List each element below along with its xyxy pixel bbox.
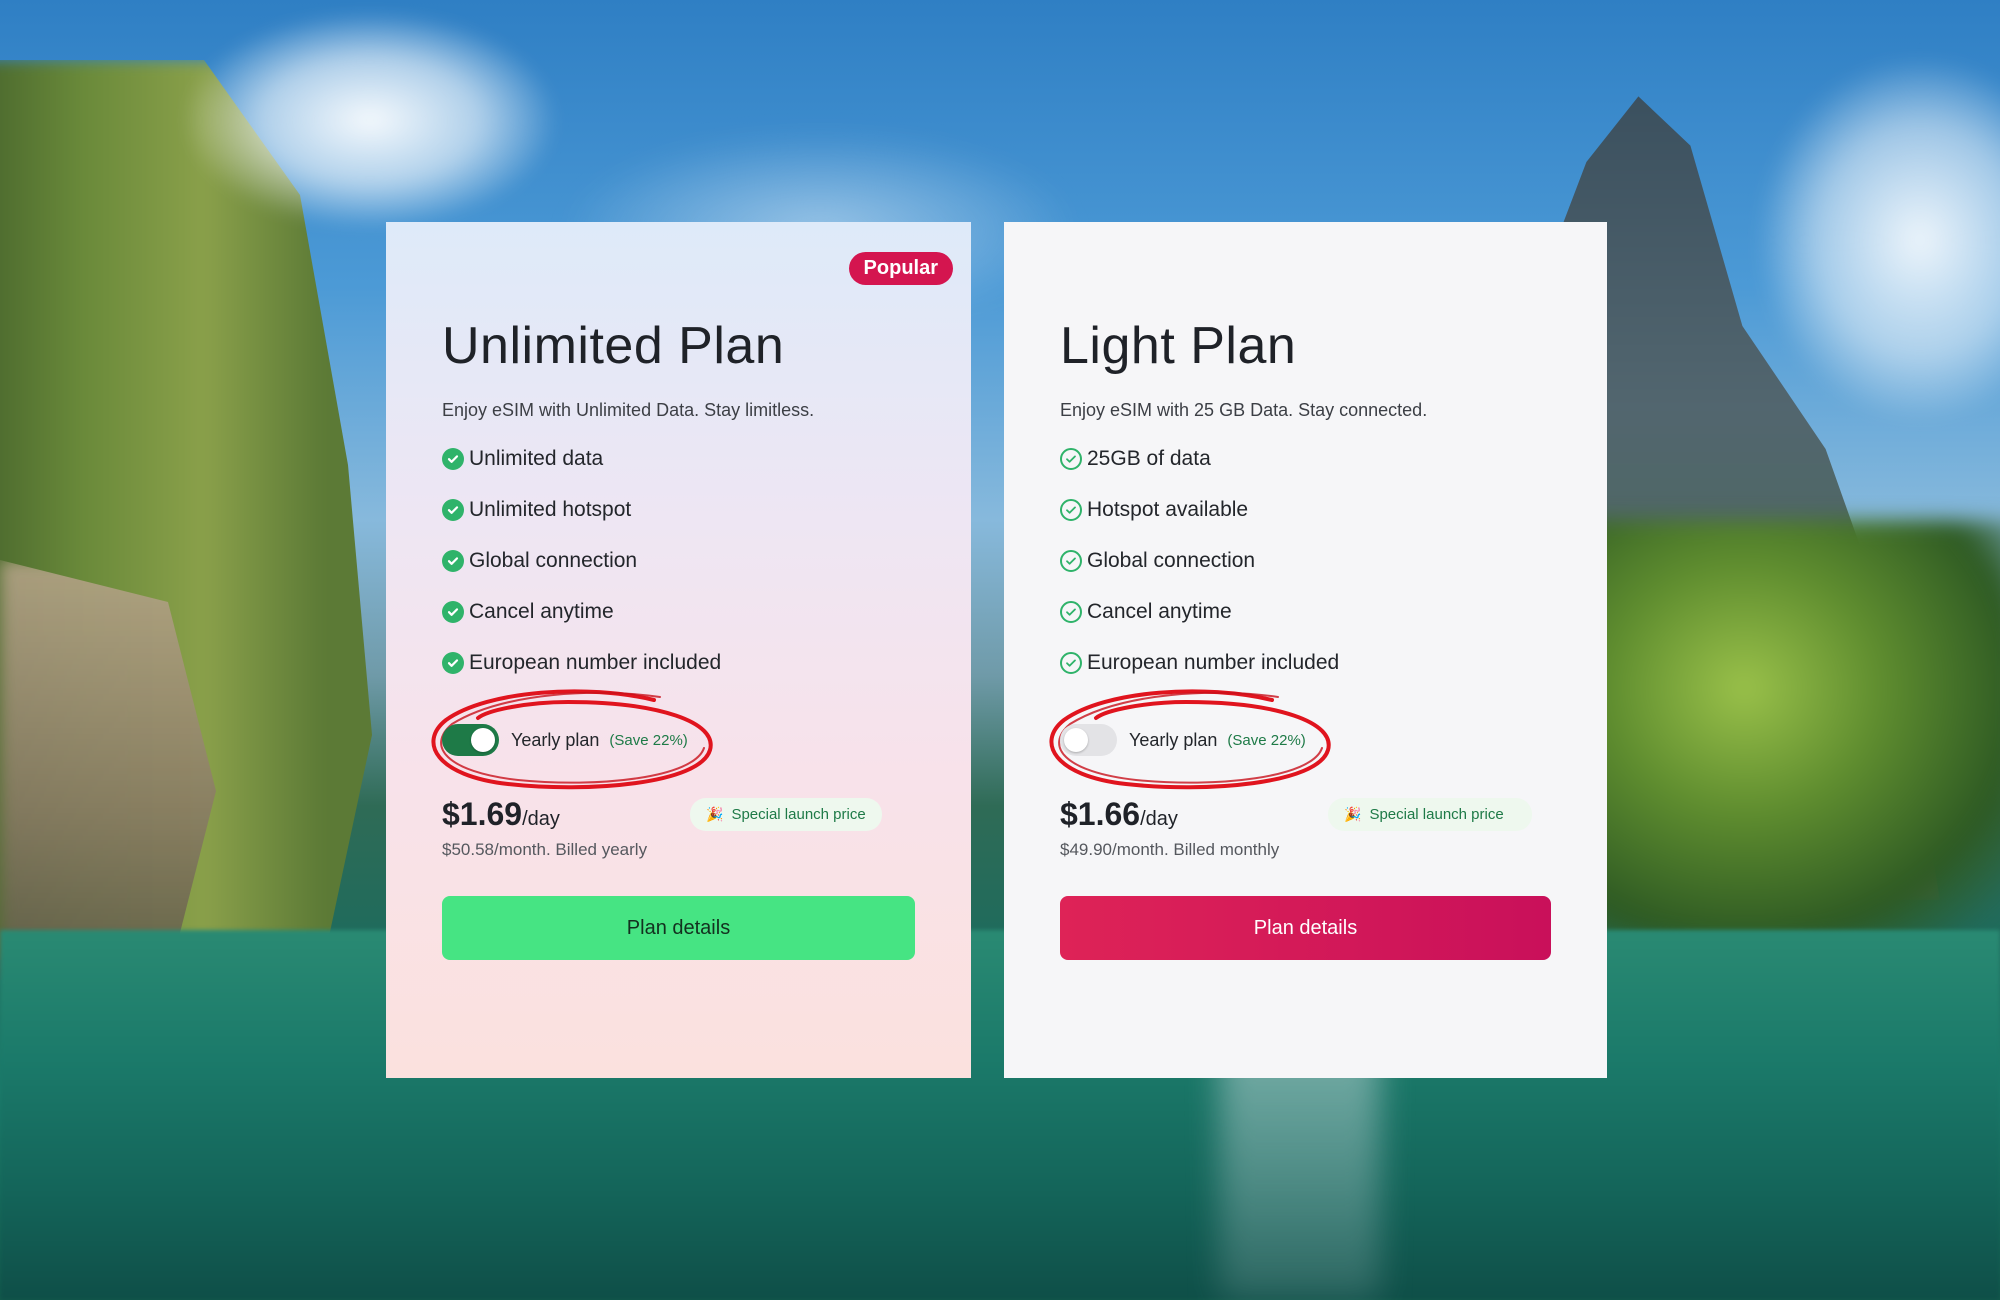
billing-note: $49.90/month. Billed monthly [1060,840,1280,859]
check-circle-filled-icon [442,447,464,470]
feature-label: 25GB of data [1087,446,1211,470]
check-circle-filled-icon [442,651,464,674]
check-circle-filled-icon [442,600,464,623]
feature-list: Unlimited data Unlimited hotspot Global … [442,433,915,688]
check-circle-outline-icon [1060,447,1082,470]
price-unit: /day [1140,808,1178,830]
price-block: $1.66/day $49.90/month. Billed monthly 🎉… [1060,796,1551,862]
special-launch-label: Special launch price [731,806,866,823]
feature-item: Global connection [1060,535,1551,586]
feature-label: Unlimited hotspot [469,497,632,521]
feature-item: Hotspot available [1060,484,1551,535]
feature-item: Cancel anytime [442,586,915,637]
feature-label: Hotspot available [1087,497,1249,521]
price-amount: $1.69 [442,796,523,832]
plan-details-button[interactable]: Plan details [1060,896,1551,960]
feature-item: Unlimited hotspot [442,484,915,535]
price-unit: /day [522,808,560,830]
plan-title: Unlimited Plan [442,317,785,375]
check-circle-outline-icon [1060,549,1082,572]
yearly-plan-label: Yearly plan [1129,729,1218,750]
party-popper-icon: 🎉 [706,806,724,822]
check-circle-outline-icon [1060,600,1082,623]
check-circle-filled-icon [442,549,464,572]
light-plan-card: Light Plan Enjoy eSIM with 25 GB Data. S… [1004,222,1607,1078]
yearly-plan-label: Yearly plan [511,729,600,750]
save-percent-tag: (Save 22%) [609,731,688,749]
plan-subtitle: Enjoy eSIM with Unlimited Data. Stay lim… [442,400,815,420]
yearly-plan-toggle-row: Yearly plan (Save 22%) [1049,689,1551,790]
feature-item: Cancel anytime [1060,586,1551,637]
special-launch-price-badge: 🎉 Special launch price [690,798,882,831]
check-circle-outline-icon [1060,498,1082,521]
landscape-background [0,0,2000,1300]
price-amount: $1.66 [1060,796,1141,832]
check-circle-filled-icon [442,498,464,521]
feature-label: Unlimited data [469,446,604,470]
feature-item: Unlimited data [442,433,915,484]
yearly-plan-toggle[interactable] [442,724,499,756]
feature-item: Global connection [442,535,915,586]
feature-label: Global connection [469,548,638,572]
price-block: $1.69/day $50.58/month. Billed yearly 🎉 … [442,796,915,862]
feature-item: 25GB of data [1060,433,1551,484]
feature-list: 25GB of data Hotspot available Global co… [1060,433,1551,688]
plan-details-button[interactable]: Plan details [442,896,915,960]
party-popper-icon: 🎉 [1344,806,1362,822]
check-circle-outline-icon [1060,651,1082,674]
yearly-plan-toggle[interactable] [1060,724,1117,756]
plan-title: Light Plan [1060,317,1297,375]
special-launch-label: Special launch price [1369,806,1504,823]
plan-subtitle: Enjoy eSIM with 25 GB Data. Stay connect… [1060,400,1428,420]
popular-badge: Popular [848,252,953,285]
feature-label: Cancel anytime [1087,599,1232,623]
billing-note: $50.58/month. Billed yearly [442,840,648,859]
yearly-plan-toggle-row: Yearly plan (Save 22%) [431,689,915,790]
feature-label: European number included [469,650,722,674]
special-launch-price-badge: 🎉 Special launch price [1328,798,1532,831]
feature-label: European number included [1087,650,1340,674]
unlimited-plan-card: Popular Unlimited Plan Enjoy eSIM with U… [386,222,971,1078]
feature-item: European number included [442,637,915,688]
save-percent-tag: (Save 22%) [1227,731,1306,749]
feature-label: Global connection [1087,548,1256,572]
feature-item: European number included [1060,637,1551,688]
feature-label: Cancel anytime [469,599,614,623]
